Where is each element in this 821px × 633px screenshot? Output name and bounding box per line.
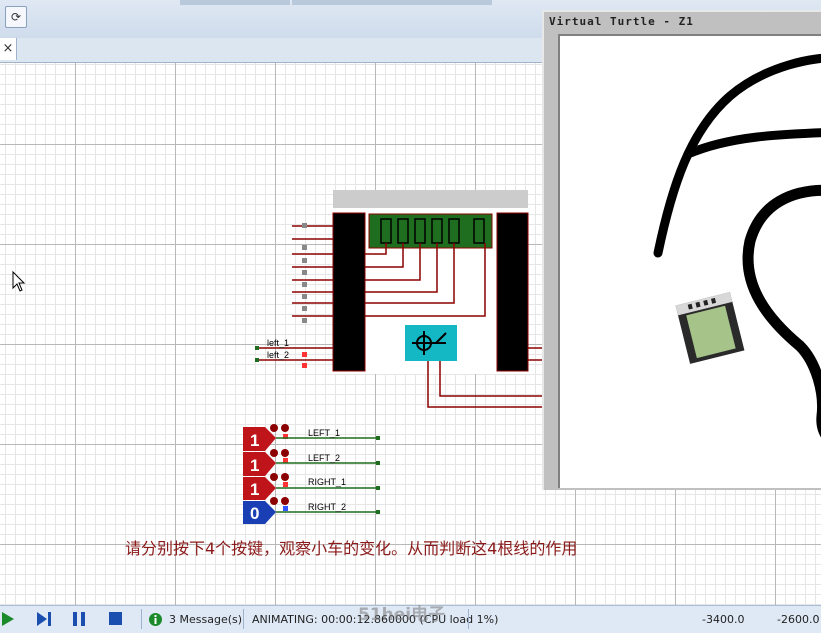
play-icon[interactable] xyxy=(2,612,14,626)
turtle-canvas xyxy=(558,34,821,488)
mouse-cursor-icon xyxy=(12,270,26,292)
pause-icon[interactable] xyxy=(73,612,85,626)
info-icon xyxy=(149,613,162,626)
logic-label: RIGHT_1 xyxy=(308,477,346,487)
logic-state-value: 1 xyxy=(250,431,259,450)
pin-high-marker xyxy=(302,363,307,368)
connector-right xyxy=(496,212,529,372)
turtle-track xyxy=(653,53,821,438)
pin-high-marker xyxy=(302,352,307,357)
connector-left xyxy=(332,212,366,372)
coord-x: -3400.0 xyxy=(702,613,745,626)
logic-state-value: 1 xyxy=(250,480,259,499)
watermark: 51hei电子 xyxy=(358,605,446,625)
net-label-left-2: left_2 xyxy=(267,350,289,360)
net-label-left-1: left_1 xyxy=(267,338,289,348)
step-icon[interactable] xyxy=(37,612,51,626)
messages-count[interactable]: 3 Message(s) xyxy=(169,613,242,626)
logic-state-value: 1 xyxy=(250,456,259,475)
logic-label: LEFT_2 xyxy=(308,453,340,463)
logic-label: RIGHT_2 xyxy=(308,502,346,512)
virtual-turtle-window[interactable]: Virtual Turtle - Z1 xyxy=(542,10,821,490)
instruction-text: 请分别按下4个按键，观察小车的变化。从而判断这4根线的作用 xyxy=(125,539,578,558)
logic-state-value: 0 xyxy=(250,504,259,523)
stop-icon[interactable] xyxy=(109,612,122,625)
logic-wires xyxy=(276,437,378,513)
turtle-car-icon xyxy=(675,292,745,364)
coord-y: -2600.0 xyxy=(777,613,820,626)
turtle-window-title: Virtual Turtle - Z1 xyxy=(549,15,694,28)
logic-label: LEFT_1 xyxy=(308,428,340,438)
pin-state-markers xyxy=(302,223,307,323)
chip-header xyxy=(333,190,528,208)
